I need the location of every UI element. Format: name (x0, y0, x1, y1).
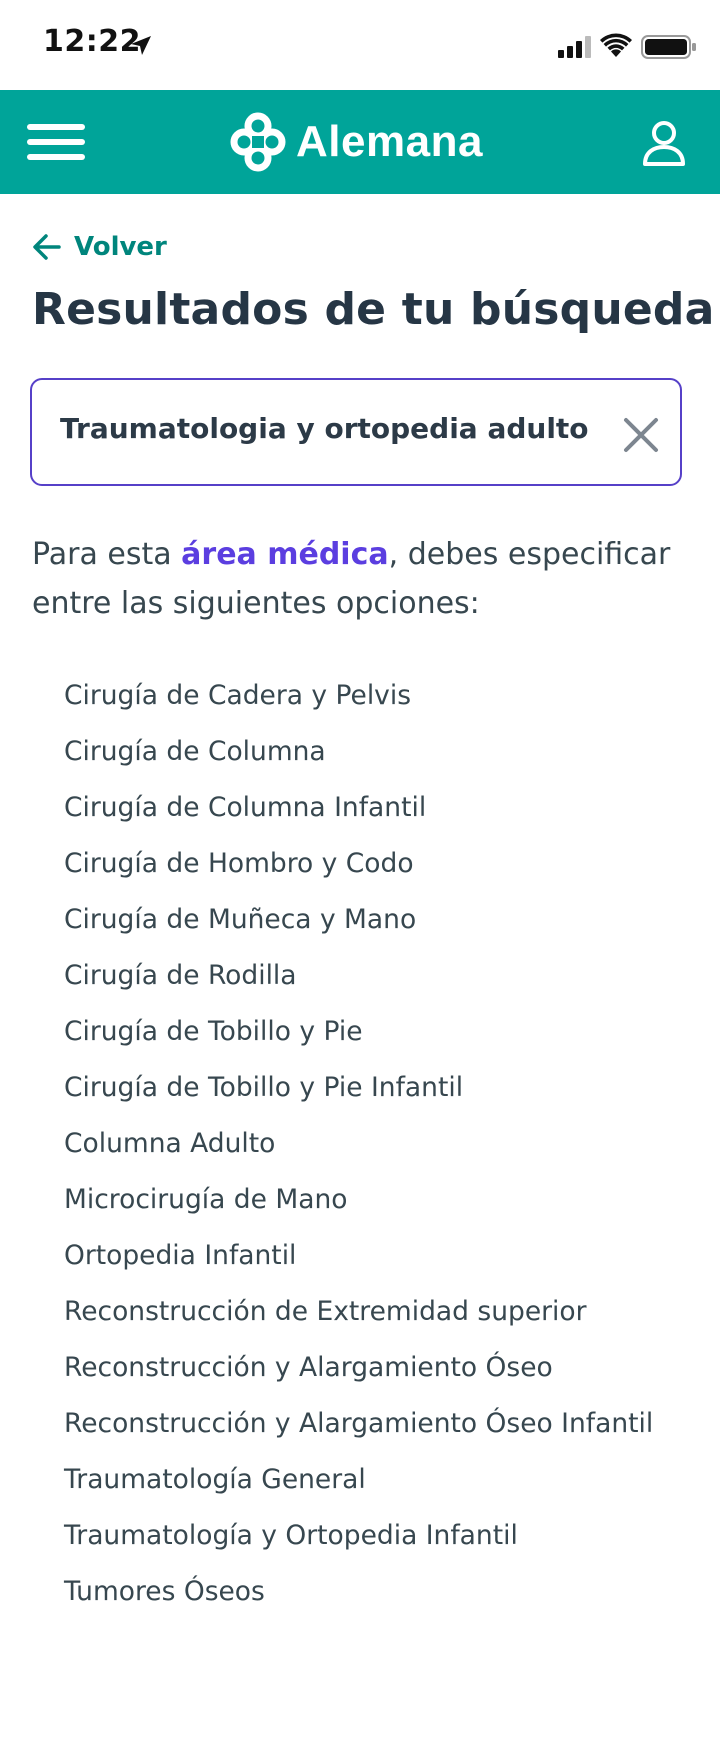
specialty-option[interactable]: Microcirugía de Mano (64, 1172, 653, 1228)
wifi-icon (600, 33, 632, 57)
page-title: Resultados de tu búsqueda (32, 284, 715, 335)
cellular-signal-icon (558, 36, 591, 58)
specialty-options-list: Cirugía de Cadera y Pelvis Cirugía de Col… (64, 668, 653, 1620)
specialty-option[interactable]: Cirugía de Columna (64, 724, 653, 780)
specialty-option[interactable]: Reconstrucción y Alargamiento Óseo Infan… (64, 1396, 653, 1452)
close-icon (624, 418, 658, 452)
logo[interactable]: Alemana (228, 110, 483, 174)
back-link[interactable]: Volver (32, 232, 167, 262)
specialty-option[interactable]: Cirugía de Cadera y Pelvis (64, 668, 653, 724)
user-icon (643, 121, 685, 166)
specialty-option[interactable]: Cirugía de Tobillo y Pie Infantil (64, 1060, 653, 1116)
battery-icon (641, 35, 696, 59)
specialty-option[interactable]: Cirugía de Rodilla (64, 948, 653, 1004)
specialty-option[interactable]: Reconstrucción de Extremidad superior (64, 1284, 653, 1340)
menu-button[interactable] (24, 118, 88, 166)
logo-mark-icon (230, 112, 286, 172)
specialty-option[interactable]: Tumores Óseos (64, 1564, 653, 1620)
clear-search-button[interactable] (622, 416, 660, 454)
status-time: 12:22 (43, 24, 141, 59)
specialty-option[interactable]: Traumatología General (64, 1452, 653, 1508)
specialty-option[interactable]: Columna Adulto (64, 1116, 653, 1172)
search-query-text: Traumatologia y ortopedia adulto (60, 412, 589, 445)
app-header: Alemana (0, 90, 720, 194)
specialty-option[interactable]: Cirugía de Hombro y Codo (64, 836, 653, 892)
medical-area-link[interactable]: área médica (181, 537, 388, 572)
instruction-text: Para esta área médica, debes especificar… (32, 530, 692, 628)
specialty-option[interactable]: Reconstrucción y Alargamiento Óseo (64, 1340, 653, 1396)
status-bar: 12:22 (0, 0, 720, 90)
instruction-prefix: Para esta (32, 537, 182, 572)
back-link-label: Volver (74, 232, 167, 262)
arrow-left-icon (33, 234, 61, 260)
specialty-option[interactable]: Cirugía de Tobillo y Pie (64, 1004, 653, 1060)
specialty-option[interactable]: Ortopedia Infantil (64, 1228, 653, 1284)
logo-text: Alemana (296, 117, 483, 166)
specialty-option[interactable]: Cirugía de Columna Infantil (64, 780, 653, 836)
specialty-option[interactable]: Traumatología y Ortopedia Infantil (64, 1508, 653, 1564)
location-arrow-icon (131, 36, 151, 55)
user-account-button[interactable] (640, 118, 688, 168)
specialty-option[interactable]: Cirugía de Muñeca y Mano (64, 892, 653, 948)
search-query-chip: Traumatologia y ortopedia adulto (30, 378, 682, 486)
